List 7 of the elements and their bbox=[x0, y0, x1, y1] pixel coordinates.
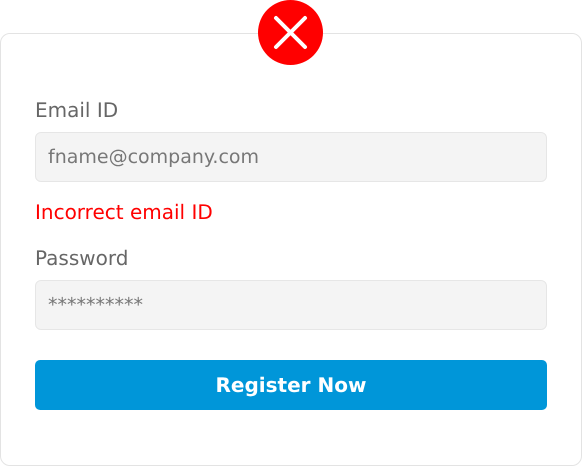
password-field[interactable]: ********** bbox=[35, 280, 547, 330]
error-message: Incorrect email ID bbox=[35, 200, 214, 224]
field-label: Password bbox=[35, 246, 130, 270]
email-field[interactable]: fname@company.com bbox=[35, 132, 547, 182]
error-icon bbox=[258, 0, 323, 65]
register-button[interactable]: Register Now bbox=[35, 360, 547, 410]
field-label: Email ID bbox=[35, 98, 120, 122]
